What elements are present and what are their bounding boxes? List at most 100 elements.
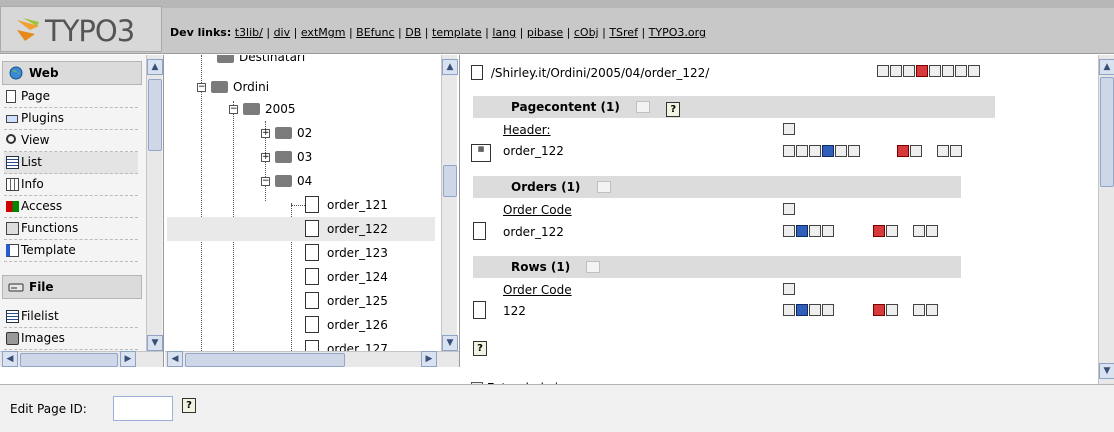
- collapse-toggle[interactable]: −: [197, 83, 206, 92]
- info-icon[interactable]: [796, 304, 808, 316]
- devlink-tsref[interactable]: TSref: [609, 26, 638, 39]
- expand-table-icon[interactable]: [586, 261, 601, 273]
- devlink-befunc[interactable]: BEfunc: [356, 26, 394, 39]
- collapse-toggle[interactable]: −: [229, 105, 238, 114]
- edit-icon[interactable]: [783, 225, 795, 237]
- tree-page-order-126[interactable]: order_126: [305, 315, 435, 335]
- delete-icon[interactable]: [910, 145, 922, 157]
- module-item-view[interactable]: View: [4, 130, 138, 152]
- tree-hscrollbar[interactable]: ◀ ▶: [165, 351, 459, 367]
- module-item-page[interactable]: Page: [4, 86, 138, 108]
- tree-node-ordini[interactable]: − Ordini: [197, 77, 397, 97]
- new-record-icon[interactable]: [783, 283, 795, 295]
- scroll-up-button[interactable]: ▲: [147, 59, 163, 75]
- column-header[interactable]: Header:: [503, 123, 551, 137]
- devlink-template[interactable]: template: [432, 26, 482, 39]
- module-item-access[interactable]: Access: [4, 196, 138, 218]
- record-title[interactable]: 122: [503, 304, 526, 318]
- module-item-images[interactable]: Images: [4, 328, 138, 350]
- expand-toggle[interactable]: +: [261, 153, 270, 162]
- column-header[interactable]: Order Code: [503, 283, 572, 297]
- edit-icon[interactable]: [796, 145, 808, 157]
- tree-node-2005[interactable]: − 2005: [229, 99, 429, 119]
- move-icon[interactable]: [809, 304, 821, 316]
- hide-icon[interactable]: [873, 304, 885, 316]
- move-icon[interactable]: [835, 145, 847, 157]
- devlink-cobj[interactable]: cObj: [574, 26, 599, 39]
- history-icon[interactable]: [809, 145, 821, 157]
- module-menu-vscrollbar[interactable]: ▲ ▼: [146, 55, 163, 351]
- scroll-down-button[interactable]: ▼: [147, 335, 163, 351]
- cut-icon[interactable]: [926, 225, 938, 237]
- devlink-lang[interactable]: lang: [492, 26, 516, 39]
- tree-page-order-125[interactable]: order_125: [305, 291, 435, 311]
- new-record-icon[interactable]: [783, 123, 795, 135]
- copy-icon[interactable]: [913, 225, 925, 237]
- module-section-file[interactable]: File: [2, 275, 142, 299]
- devlink-div[interactable]: div: [274, 26, 291, 39]
- new-record-icon[interactable]: [822, 225, 834, 237]
- copy-icon[interactable]: [913, 304, 925, 316]
- record-title[interactable]: order_122: [503, 225, 564, 239]
- cut-icon[interactable]: [926, 304, 938, 316]
- new-record-icon[interactable]: [783, 203, 795, 215]
- tree-node-month-02[interactable]: + 02: [261, 123, 459, 143]
- record-title[interactable]: order_122: [503, 144, 564, 158]
- edit-page-id-input[interactable]: [113, 396, 173, 421]
- module-item-filelist[interactable]: Filelist: [4, 306, 138, 328]
- scroll-up-button[interactable]: ▲: [1099, 59, 1114, 75]
- move-icon[interactable]: [809, 225, 821, 237]
- tree-page-order-122-selected[interactable]: order_122: [167, 217, 435, 241]
- scroll-thumb[interactable]: [185, 353, 345, 367]
- up-level-icon[interactable]: [968, 65, 980, 77]
- new-record-icon[interactable]: [848, 145, 860, 157]
- hide-icon[interactable]: [897, 145, 909, 157]
- scroll-thumb[interactable]: [148, 79, 162, 151]
- tree-vscrollbar[interactable]: ▲ ▼: [441, 55, 458, 351]
- column-header[interactable]: Order Code: [503, 203, 572, 217]
- expand-table-icon[interactable]: [596, 181, 611, 193]
- tree-page-order-123[interactable]: order_123: [305, 243, 435, 263]
- scroll-up-button[interactable]: ▲: [442, 59, 458, 75]
- module-section-web[interactable]: Web: [2, 61, 142, 85]
- devlink-db[interactable]: DB: [405, 26, 421, 39]
- scroll-thumb[interactable]: [1100, 77, 1114, 187]
- delete-icon[interactable]: [886, 304, 898, 316]
- module-item-functions[interactable]: Functions: [4, 218, 138, 240]
- tree-page-order-121[interactable]: order_121: [305, 195, 435, 215]
- copy-icon[interactable]: [937, 145, 949, 157]
- module-item-list[interactable]: List: [4, 152, 138, 174]
- edit-icon[interactable]: [783, 304, 795, 316]
- view-icon[interactable]: [783, 145, 795, 157]
- edit-icon[interactable]: [890, 65, 902, 77]
- new-record-icon[interactable]: [903, 65, 915, 77]
- sort-icon[interactable]: [955, 65, 967, 77]
- expand-toggle[interactable]: +: [261, 129, 270, 138]
- scroll-left-button[interactable]: ◀: [167, 351, 183, 367]
- tree-page-order-124[interactable]: order_124: [305, 267, 435, 287]
- module-item-info[interactable]: Info: [4, 174, 138, 196]
- info-icon[interactable]: [822, 145, 834, 157]
- delete-icon[interactable]: [916, 65, 928, 77]
- scroll-right-button[interactable]: ▶: [120, 351, 136, 367]
- help-icon[interactable]: ?: [666, 102, 681, 117]
- help-icon[interactable]: ?: [182, 398, 196, 413]
- delete-icon[interactable]: [886, 225, 898, 237]
- scroll-thumb[interactable]: [443, 165, 457, 197]
- devlink-t3lib[interactable]: t3lib/: [235, 26, 263, 39]
- expand-table-icon[interactable]: [636, 101, 651, 113]
- typo3-logo[interactable]: TYPO3: [0, 6, 162, 52]
- cache-icon[interactable]: [942, 65, 954, 77]
- tree-node-month-03[interactable]: + 03: [261, 147, 459, 167]
- scroll-down-button[interactable]: ▼: [1099, 363, 1114, 379]
- view-icon[interactable]: [877, 65, 889, 77]
- devlink-extmgm[interactable]: extMgm: [301, 26, 346, 39]
- scroll-down-button[interactable]: ▼: [442, 335, 458, 351]
- content-vscrollbar[interactable]: ▲ ▼: [1098, 55, 1114, 389]
- devlink-pibase[interactable]: pibase: [527, 26, 563, 39]
- devlink-typo3org[interactable]: TYPO3.org: [649, 26, 706, 39]
- help-icon[interactable]: ?: [473, 341, 487, 356]
- clipboard-icon[interactable]: [929, 65, 941, 77]
- scroll-left-button[interactable]: ◀: [2, 351, 18, 367]
- info-icon[interactable]: [796, 225, 808, 237]
